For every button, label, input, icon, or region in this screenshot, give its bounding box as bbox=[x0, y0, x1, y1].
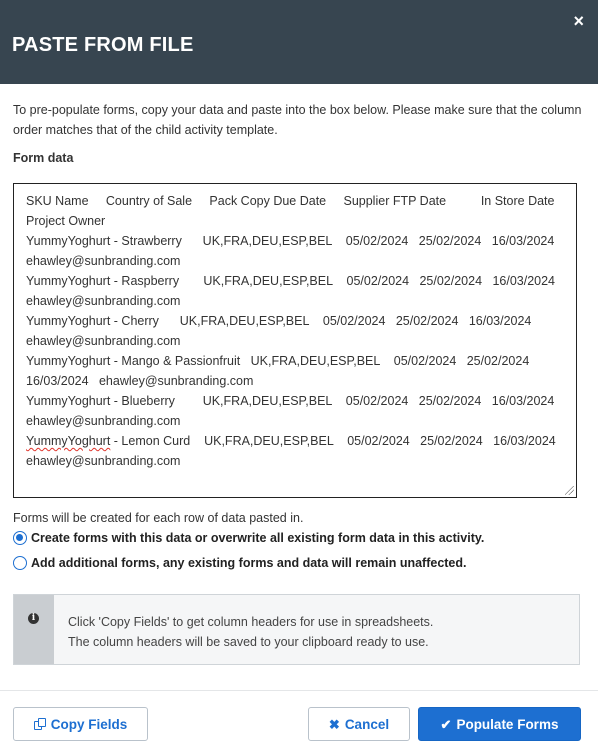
option-overwrite-label: Create forms with this data or overwrite… bbox=[31, 531, 485, 545]
textarea-row-line: 16/03/2024 ehawley@sunbranding.com bbox=[26, 374, 254, 388]
option-add[interactable]: Add additional forms, any existing forms… bbox=[13, 556, 467, 570]
radio-add[interactable] bbox=[13, 556, 27, 570]
check-icon: ✔ bbox=[440, 716, 452, 732]
cancel-button[interactable]: ✖ Cancel bbox=[308, 707, 410, 741]
textarea-row-rest: - Lemon Curd UK,FRA,DEU,ESP,BEL 05/02/20… bbox=[110, 434, 556, 448]
textarea-row-line: ehawley@sunbranding.com bbox=[26, 414, 181, 428]
option-add-label: Add additional forms, any existing forms… bbox=[31, 556, 467, 570]
intro-text: To pre-populate forms, copy your data an… bbox=[13, 103, 582, 137]
copy-fields-button[interactable]: Copy Fields bbox=[13, 707, 148, 741]
footer-divider bbox=[0, 690, 598, 691]
textarea-row-line: YummyYoghurt - Mango & Passionfruit UK,F… bbox=[26, 354, 530, 368]
textarea-row-line: YummyYoghurt - Cherry UK,FRA,DEU,ESP,BEL… bbox=[26, 314, 532, 328]
form-data-label: Form data bbox=[13, 151, 74, 165]
textarea-row-line: ehawley@sunbranding.com bbox=[26, 454, 181, 468]
info-line: Click 'Copy Fields' to get column header… bbox=[68, 615, 434, 629]
radio-overwrite[interactable] bbox=[13, 531, 27, 545]
dialog-header: PASTE FROM FILE × bbox=[0, 0, 598, 84]
textarea-row-line: ehawley@sunbranding.com bbox=[26, 334, 181, 348]
info-text: Click 'Copy Fields' to get column header… bbox=[68, 612, 433, 652]
textarea-row-line: ehawley@sunbranding.com bbox=[26, 294, 181, 308]
forms-note: Forms will be created for each row of da… bbox=[13, 511, 304, 525]
info-icon: i bbox=[28, 613, 39, 624]
cancel-label: Cancel bbox=[344, 716, 390, 732]
textarea-header-line: Project Owner bbox=[26, 214, 106, 228]
textarea-header-line: SKU Name Country of Sale Pack Copy Due D… bbox=[26, 194, 555, 208]
form-data-textarea[interactable]: SKU Name Country of Sale Pack Copy Due D… bbox=[13, 183, 577, 498]
textarea-row-line: YummyYoghurt - Blueberry UK,FRA,DEU,ESP,… bbox=[26, 394, 555, 408]
x-icon: ✖ bbox=[328, 716, 340, 732]
info-box: i Click 'Copy Fields' to get column head… bbox=[13, 594, 580, 665]
copy-fields-label: Copy Fields bbox=[50, 716, 128, 732]
option-overwrite[interactable]: Create forms with this data or overwrite… bbox=[13, 531, 484, 545]
spellcheck-word: YummyYoghurt bbox=[26, 434, 111, 448]
textarea-row-line: YummyYoghurt - Lemon Curd UK,FRA,DEU,ESP… bbox=[26, 431, 564, 451]
resize-handle[interactable] bbox=[565, 486, 574, 495]
close-icon[interactable]: × bbox=[573, 12, 584, 30]
textarea-row-line: YummyYoghurt - Raspberry UK,FRA,DEU,ESP,… bbox=[26, 274, 556, 288]
info-line: The column headers will be saved to your… bbox=[68, 635, 429, 649]
textarea-row-line: YummyYoghurt - Strawberry UK,FRA,DEU,ESP… bbox=[26, 234, 555, 248]
dialog-title: PASTE FROM FILE bbox=[12, 34, 194, 56]
populate-forms-button[interactable]: ✔ Populate Forms bbox=[418, 707, 581, 741]
info-icon-column: i bbox=[14, 595, 54, 664]
copy-icon bbox=[33, 717, 46, 731]
populate-forms-label: Populate Forms bbox=[456, 716, 559, 732]
textarea-row-line: ehawley@sunbranding.com bbox=[26, 254, 181, 268]
